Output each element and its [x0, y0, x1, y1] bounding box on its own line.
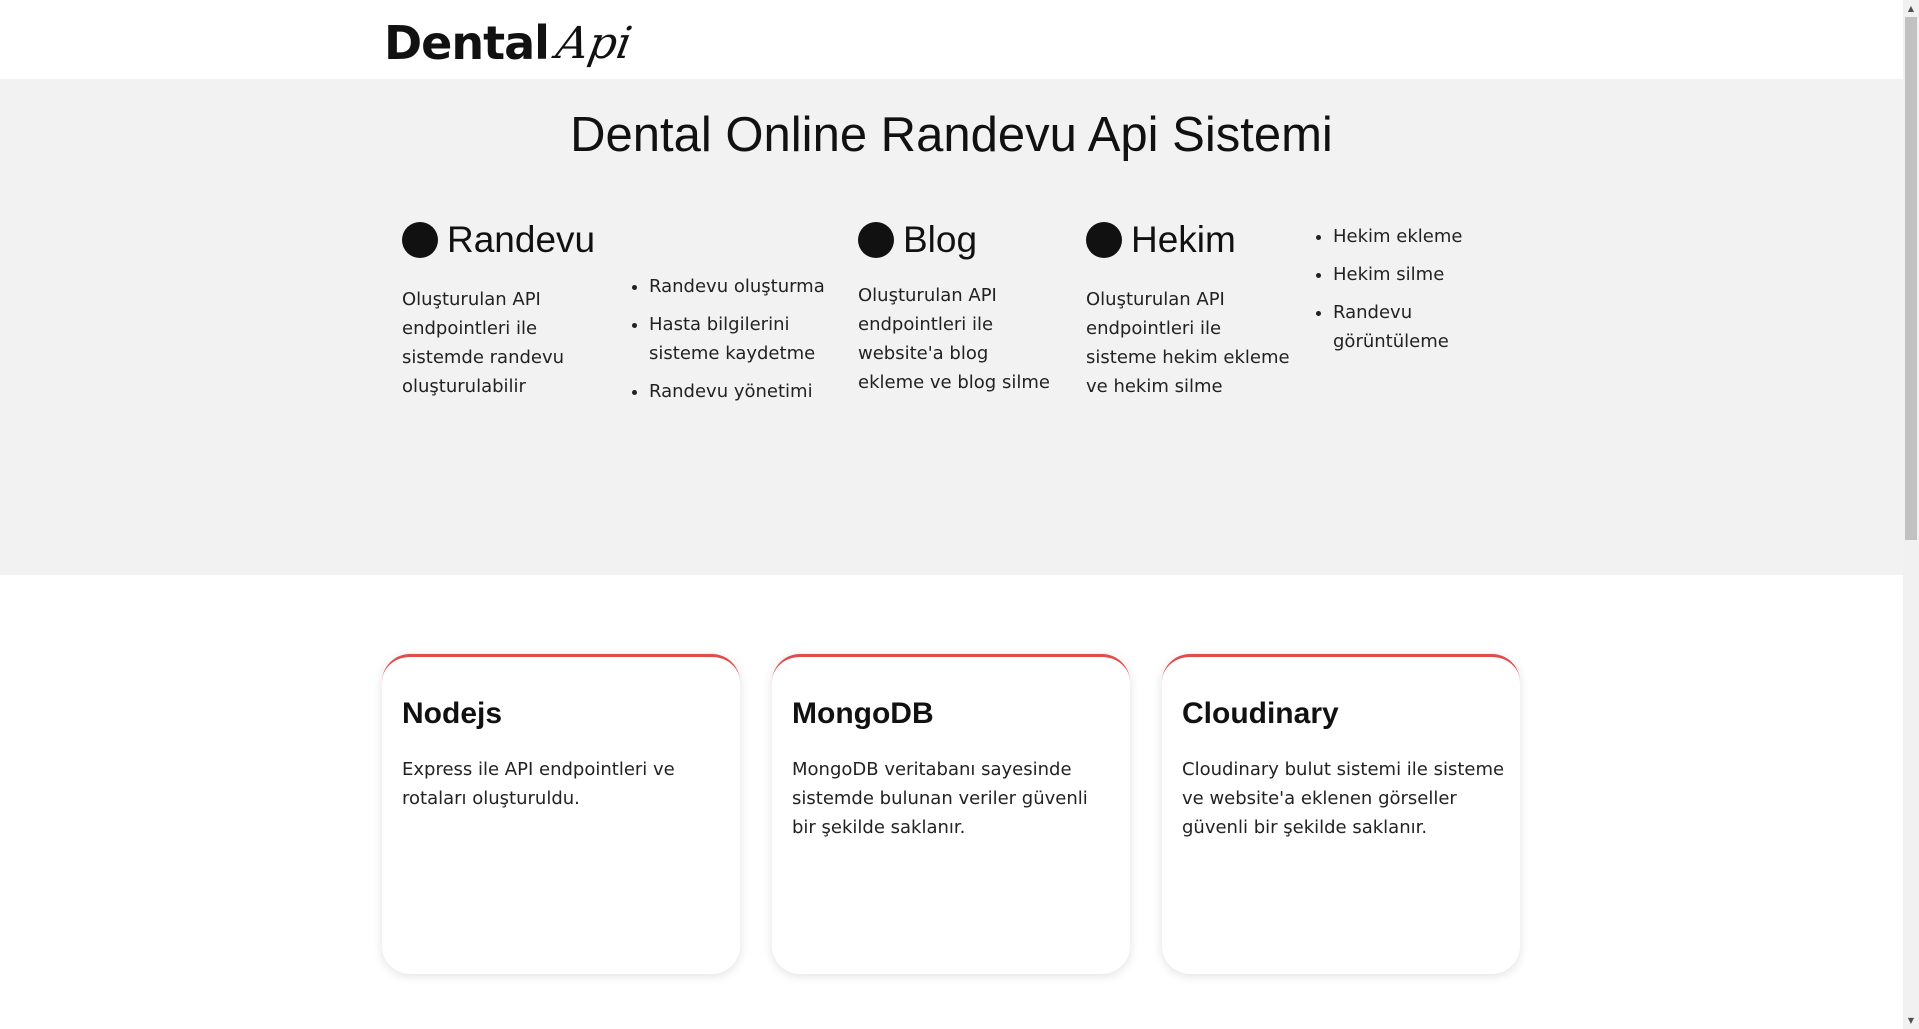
feature-text-randevu: Oluşturulan API endpointleri ile sistemd… — [402, 289, 565, 397]
hero-section: Dental Online Randevu Api Sistemi Randev… — [0, 79, 1903, 575]
feature-blog: Blog Oluşturulan API endpointleri ile we… — [858, 219, 1068, 397]
list-item: Randevu görüntüleme — [1333, 298, 1493, 356]
tech-card-cloudinary: Cloudinary Cloudinary bulut sistemi ile … — [1162, 654, 1520, 974]
feature-text-blog: Oluşturulan API endpointleri ile website… — [858, 285, 1050, 393]
page: Dental Api Dental Online Randevu Api Sis… — [0, 0, 1903, 1029]
card-text: Express ile API endpointleri ve rotaları… — [402, 759, 675, 809]
bullet-dot-icon — [858, 222, 894, 258]
feature-heading-label: Blog — [903, 219, 978, 260]
site-logo[interactable]: Dental Api — [384, 16, 636, 70]
feature-heading-label: Randevu — [447, 219, 596, 260]
list-item: Hasta bilgilerini sisteme kaydetme — [649, 310, 849, 368]
card-text: MongoDB veritabanı sayesinde sistemde bu… — [792, 759, 1088, 838]
feature-heading-randevu: Randevu — [402, 219, 612, 261]
card-text: Cloudinary bulut sistemi ile sisteme ve … — [1182, 759, 1505, 838]
vertical-scrollbar[interactable]: ▲ ▼ — [1903, 0, 1919, 1029]
feature-randevu: Randevu Oluşturulan API endpointleri ile… — [402, 219, 612, 401]
feature-heading-blog: Blog — [858, 219, 1068, 261]
feature-hekim: Hekim Oluşturulan API endpointleri ile s… — [1086, 219, 1296, 401]
logo-text-script: Api — [552, 18, 636, 69]
hekim-feature-list: Hekim ekleme Hekim silme Randevu görüntü… — [1311, 222, 1493, 365]
card-title: Nodejs — [402, 697, 503, 730]
scroll-down-arrow-icon[interactable]: ▼ — [1903, 1012, 1919, 1029]
scroll-up-arrow-icon[interactable]: ▲ — [1903, 0, 1919, 17]
bullet-dot-icon — [402, 222, 438, 258]
bullet-dot-icon — [1086, 222, 1122, 258]
randevu-feature-list: Randevu oluşturma Hasta bilgilerini sist… — [627, 272, 849, 415]
tech-card-mongodb: MongoDB MongoDB veritabanı sayesinde sis… — [772, 654, 1130, 974]
site-header: Dental Api — [0, 0, 1903, 79]
tech-card-nodejs: Nodejs Express ile API endpointleri ve r… — [382, 654, 740, 974]
feature-text-hekim: Oluşturulan API endpointleri ile sisteme… — [1086, 289, 1290, 397]
feature-heading-hekim: Hekim — [1086, 219, 1296, 261]
list-item: Hekim ekleme — [1333, 222, 1493, 251]
scrollbar-thumb[interactable] — [1905, 17, 1917, 540]
card-title: Cloudinary — [1182, 697, 1339, 730]
logo-text-main: Dental — [384, 16, 550, 70]
card-title: MongoDB — [792, 697, 934, 730]
feature-heading-label: Hekim — [1131, 219, 1236, 260]
list-item: Hekim silme — [1333, 260, 1493, 289]
hero-title: Dental Online Randevu Api Sistemi — [570, 108, 1333, 162]
list-item: Randevu oluşturma — [649, 272, 849, 301]
list-item: Randevu yönetimi — [649, 377, 849, 406]
